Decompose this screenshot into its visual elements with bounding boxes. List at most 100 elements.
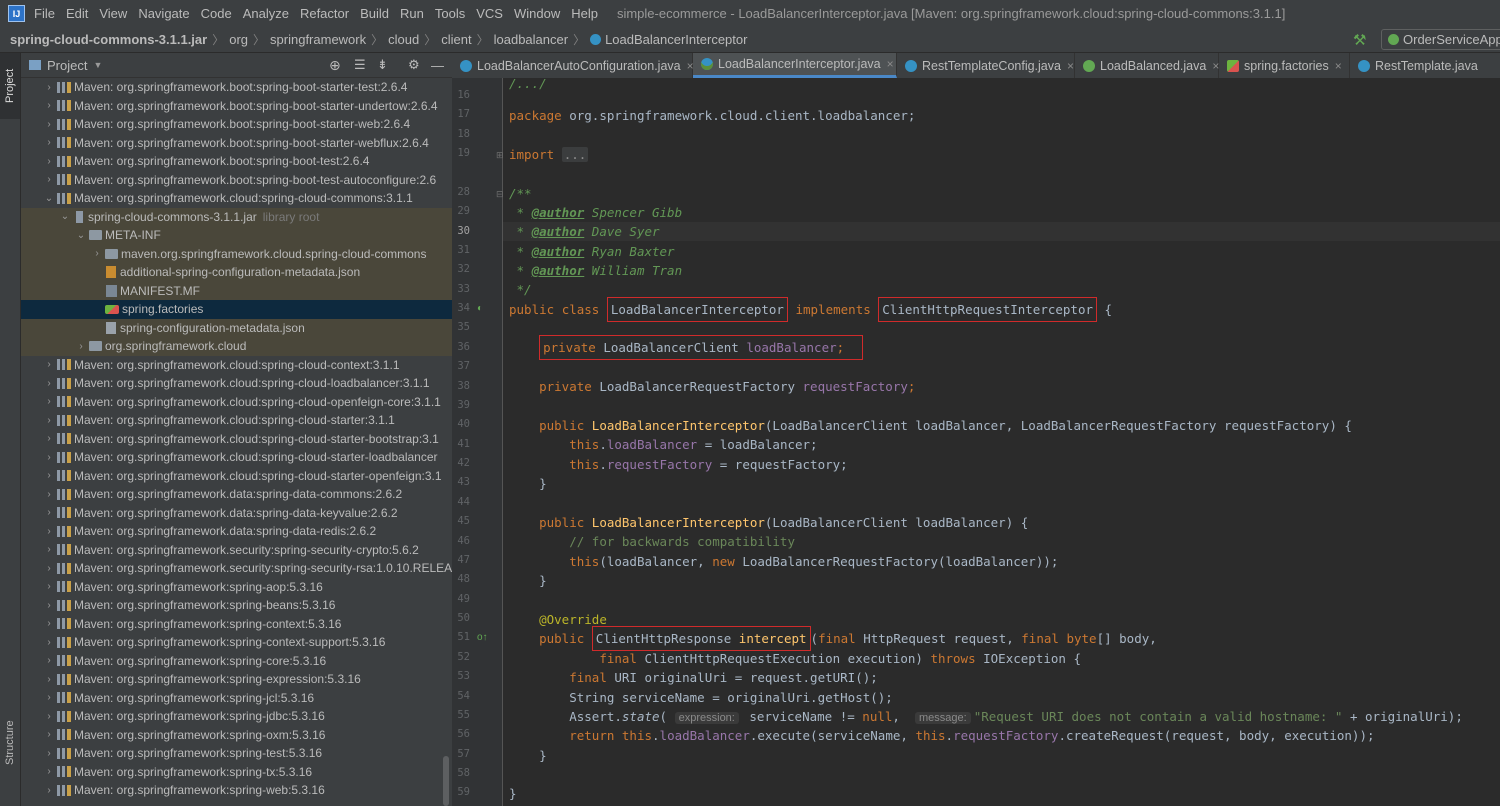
menu-window[interactable]: Window	[514, 6, 560, 21]
menu-view[interactable]: View	[99, 6, 127, 21]
chevron-right-icon[interactable]: ›	[43, 433, 55, 444]
chevron-right-icon[interactable]: ›	[43, 637, 55, 648]
tree-item[interactable]: › Maven: org.springframework.boot:spring-…	[21, 97, 452, 116]
close-icon[interactable]: ×	[887, 57, 894, 71]
menu-run[interactable]: Run	[400, 6, 424, 21]
menu-file[interactable]: File	[34, 6, 55, 21]
chevron-right-icon[interactable]: ›	[43, 452, 55, 463]
fold-marker-icon[interactable]: ⊞	[496, 151, 504, 160]
chevron-right-icon[interactable]: ›	[43, 766, 55, 777]
chevron-right-icon[interactable]: ›	[43, 729, 55, 740]
menu-navigate[interactable]: Navigate	[138, 6, 189, 21]
tab-loadbalancer-interceptor[interactable]: LoadBalancerInterceptor.java ×	[693, 53, 897, 78]
tree-item-selected[interactable]: spring.factories	[21, 300, 452, 319]
chevron-right-icon[interactable]: ›	[43, 507, 55, 518]
tree-item[interactable]: › Maven: org.springframework.boot:spring-…	[21, 115, 452, 134]
chevron-right-icon[interactable]: ›	[43, 711, 55, 722]
tree-item[interactable]: ⌄ spring-cloud-commons-3.1.1.jar library r…	[21, 207, 452, 226]
close-icon[interactable]: ×	[1335, 59, 1342, 73]
menu-edit[interactable]: Edit	[66, 6, 88, 21]
chevron-right-icon[interactable]: ›	[43, 359, 55, 370]
tree-item[interactable]: › Maven: org.springframework.data:spring-…	[21, 485, 452, 504]
minimize-icon[interactable]: —	[431, 58, 444, 73]
tree-item[interactable]: additional-spring-configuration-metadata…	[21, 263, 452, 282]
chevron-right-icon[interactable]: ›	[43, 119, 55, 130]
tree-item[interactable]: › Maven: org.springframework:spring-tx:5.…	[21, 763, 452, 782]
chevron-right-icon[interactable]: ›	[43, 674, 55, 685]
breadcrumb-client[interactable]: client	[441, 32, 471, 47]
breadcrumb-jar[interactable]: spring-cloud-commons-3.1.1.jar	[10, 32, 207, 47]
chevron-down-icon[interactable]: ⌄	[59, 211, 71, 222]
tab-resttemplate[interactable]: RestTemplate.java	[1350, 53, 1500, 78]
breadcrumb-org[interactable]: org	[229, 32, 248, 47]
breadcrumb-loadbalancer[interactable]: loadbalancer	[494, 32, 568, 47]
chevron-right-icon[interactable]: ›	[43, 470, 55, 481]
project-tree-scrollbar[interactable]	[443, 756, 449, 806]
tree-item[interactable]: › Maven: org.springframework:spring-web:5…	[21, 781, 452, 800]
tree-item[interactable]: › Maven: org.springframework.cloud:spring…	[21, 430, 452, 449]
chevron-right-icon[interactable]: ›	[43, 544, 55, 555]
tree-item[interactable]: › Maven: org.springframework.boot:spring-…	[21, 134, 452, 153]
breadcrumb-springframework[interactable]: springframework	[270, 32, 366, 47]
tree-item[interactable]: › Maven: org.springframework.data:spring-…	[21, 522, 452, 541]
tab-loadbalancer-autoconfiguration[interactable]: LoadBalancerAutoConfiguration.java ×	[452, 53, 694, 78]
close-icon[interactable]: ×	[1067, 59, 1074, 73]
tree-item[interactable]: › Maven: org.springframework:spring-jdbc:…	[21, 707, 452, 726]
tab-spring-factories[interactable]: spring.factories ×	[1219, 53, 1350, 78]
run-config-selector[interactable]: OrderServiceApp	[1381, 29, 1500, 50]
chevron-right-icon[interactable]: ›	[75, 341, 87, 352]
chevron-right-icon[interactable]: ›	[43, 415, 55, 426]
menu-help[interactable]: Help	[571, 6, 598, 21]
tree-item[interactable]: › Maven: org.springframework:spring-conte…	[21, 615, 452, 634]
tree-item[interactable]: › Maven: org.springframework.data:spring-…	[21, 504, 452, 523]
menu-tools[interactable]: Tools	[435, 6, 465, 21]
tree-item[interactable]: › Maven: org.springframework.boot:spring-…	[21, 171, 452, 190]
chevron-right-icon[interactable]: ›	[43, 748, 55, 759]
structure-tool-tab[interactable]: Structure	[0, 708, 20, 778]
chevron-right-icon[interactable]: ›	[43, 526, 55, 537]
folded-imports[interactable]: ...	[561, 147, 589, 162]
chevron-down-icon[interactable]: ⌄	[75, 230, 87, 241]
breadcrumb-class[interactable]: LoadBalancerInterceptor	[605, 32, 747, 47]
implemented-interface-icon[interactable]: ◐	[477, 303, 483, 314]
breadcrumb-cloud[interactable]: cloud	[388, 32, 419, 47]
fold-marker-icon[interactable]: ⊟	[496, 190, 504, 199]
tree-item[interactable]: › Maven: org.springframework.boot:spring-…	[21, 78, 452, 97]
tree-item[interactable]: › Maven: org.springframework.cloud:spring…	[21, 448, 452, 467]
tree-item[interactable]: › Maven: org.springframework.cloud:spring…	[21, 393, 452, 412]
tree-item[interactable]: › Maven: org.springframework:spring-aop:5…	[21, 578, 452, 597]
chevron-right-icon[interactable]: ›	[43, 137, 55, 148]
locate-icon[interactable]: ⊕	[329, 57, 341, 74]
expand-all-icon[interactable]: ☰	[354, 57, 366, 73]
chevron-down-icon[interactable]: ▼	[93, 60, 102, 70]
menu-build[interactable]: Build	[360, 6, 389, 21]
project-tool-tab[interactable]: Project	[0, 53, 20, 119]
tree-item[interactable]: ⌄ Maven: org.springframework.cloud:spring…	[21, 189, 452, 208]
tree-item[interactable]: › Maven: org.springframework:spring-test:…	[21, 744, 452, 763]
chevron-right-icon[interactable]: ›	[43, 600, 55, 611]
code-editor[interactable]: /.../ package org.springframework.cloud.…	[503, 78, 1500, 806]
chevron-right-icon[interactable]: ›	[43, 378, 55, 389]
chevron-right-icon[interactable]: ›	[43, 489, 55, 500]
menu-refactor[interactable]: Refactor	[300, 6, 349, 21]
chevron-right-icon[interactable]: ›	[43, 692, 55, 703]
chevron-right-icon[interactable]: ›	[43, 581, 55, 592]
chevron-right-icon[interactable]: ›	[43, 82, 55, 93]
override-method-icon[interactable]: o↑	[477, 632, 488, 643]
project-panel-title[interactable]: Project	[47, 58, 87, 73]
tree-item[interactable]: › Maven: org.springframework:spring-beans…	[21, 596, 452, 615]
gear-icon[interactable]: ⚙	[408, 57, 420, 73]
tree-item[interactable]: › Maven: org.springframework.cloud:spring…	[21, 356, 452, 375]
chevron-right-icon[interactable]: ›	[43, 174, 55, 185]
tree-item[interactable]: › Maven: org.springframework.security:spr…	[21, 541, 452, 560]
tree-item[interactable]: MANIFEST.MF	[21, 281, 452, 300]
tree-item[interactable]: › Maven: org.springframework:spring-core:…	[21, 652, 452, 671]
tree-item[interactable]: › maven.org.springframework.cloud.spring-…	[21, 244, 452, 263]
tree-item[interactable]: › Maven: org.springframework.cloud:spring…	[21, 411, 452, 430]
tree-item[interactable]: › org.springframework.cloud	[21, 337, 452, 356]
chevron-right-icon[interactable]: ›	[43, 396, 55, 407]
tree-item[interactable]: ⌄ META-INF	[21, 226, 452, 245]
chevron-right-icon[interactable]: ›	[43, 618, 55, 629]
chevron-down-icon[interactable]: ⌄	[43, 193, 55, 204]
tree-item[interactable]: › Maven: org.springframework.security:spr…	[21, 559, 452, 578]
